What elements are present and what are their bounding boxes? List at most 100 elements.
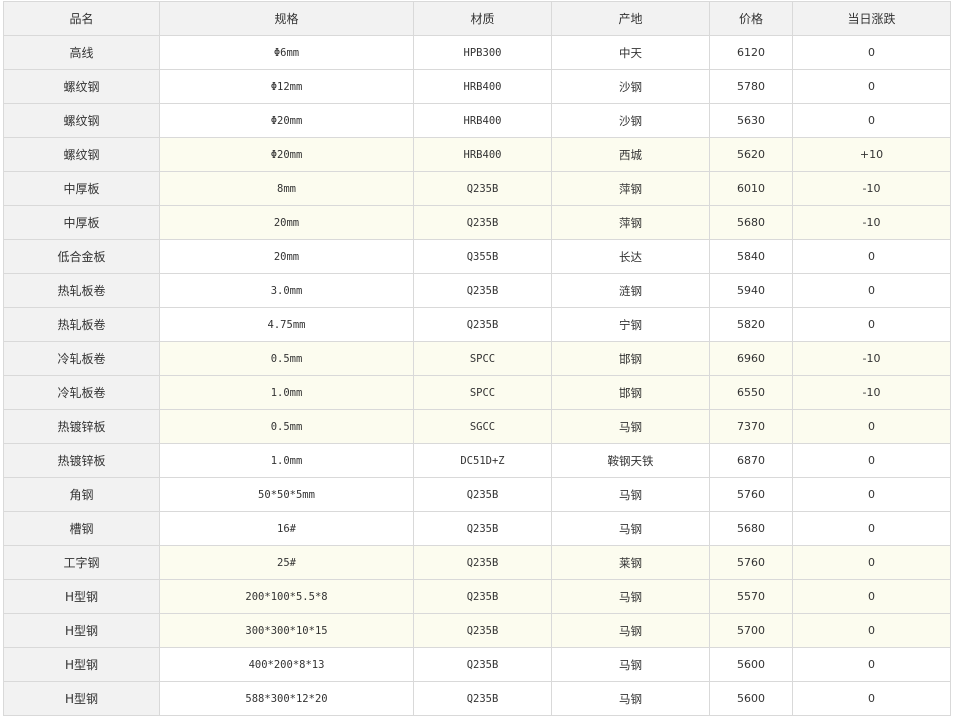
cell-name: H型钢	[3, 681, 160, 716]
cell-origin: 沙钢	[551, 69, 710, 104]
header-price: 价格	[709, 1, 793, 36]
header-name: 品名	[3, 1, 160, 36]
cell-change: 0	[792, 647, 951, 682]
cell-origin: 长达	[551, 239, 710, 274]
cell-spec: 25#	[159, 545, 414, 580]
cell-price: 5570	[709, 579, 793, 614]
cell-price: 5840	[709, 239, 793, 274]
header-spec: 规格	[159, 1, 414, 36]
cell-name: 中厚板	[3, 171, 160, 206]
cell-change: -10	[792, 375, 951, 410]
cell-price: 5630	[709, 103, 793, 138]
cell-origin: 马钢	[551, 409, 710, 444]
cell-price: 5780	[709, 69, 793, 104]
cell-price: 7370	[709, 409, 793, 444]
cell-origin: 莱钢	[551, 545, 710, 580]
cell-name: 热轧板卷	[3, 307, 160, 342]
cell-change: 0	[792, 443, 951, 478]
cell-change: 0	[792, 579, 951, 614]
cell-material: HRB400	[413, 103, 552, 138]
cell-spec: 400*200*8*13	[159, 647, 414, 682]
cell-name: H型钢	[3, 647, 160, 682]
table-row: H型钢 300*300*10*15 Q235B 马钢 5700 0	[3, 613, 951, 648]
cell-material: SPCC	[413, 375, 552, 410]
cell-origin: 萍钢	[551, 205, 710, 240]
cell-material: Q235B	[413, 579, 552, 614]
cell-name: 热轧板卷	[3, 273, 160, 308]
cell-spec: 1.0mm	[159, 443, 414, 478]
cell-origin: 宁钢	[551, 307, 710, 342]
cell-price: 5940	[709, 273, 793, 308]
cell-name: 低合金板	[3, 239, 160, 274]
cell-change: 0	[792, 681, 951, 716]
table-row: 热轧板卷 3.0mm Q235B 涟钢 5940 0	[3, 273, 951, 308]
cell-material: Q235B	[413, 613, 552, 648]
cell-change: 0	[792, 69, 951, 104]
table-row: 螺纹钢 Φ12mm HRB400 沙钢 5780 0	[3, 69, 951, 104]
table-row: 槽钢 16# Q235B 马钢 5680 0	[3, 511, 951, 546]
cell-name: 角钢	[3, 477, 160, 512]
cell-origin: 邯钢	[551, 341, 710, 376]
cell-price: 6870	[709, 443, 793, 478]
cell-change: 0	[792, 35, 951, 70]
header-material: 材质	[413, 1, 552, 36]
cell-material: Q235B	[413, 171, 552, 206]
table-row: 角钢 50*50*5mm Q235B 马钢 5760 0	[3, 477, 951, 512]
cell-material: Q235B	[413, 273, 552, 308]
table-row: H型钢 400*200*8*13 Q235B 马钢 5600 0	[3, 647, 951, 682]
cell-change: 0	[792, 477, 951, 512]
cell-price: 6010	[709, 171, 793, 206]
cell-spec: 0.5mm	[159, 341, 414, 376]
cell-price: 5760	[709, 477, 793, 512]
cell-spec: 50*50*5mm	[159, 477, 414, 512]
table-row: 中厚板 8mm Q235B 萍钢 6010 -10	[3, 171, 951, 206]
cell-name: 工字钢	[3, 545, 160, 580]
cell-price: 5820	[709, 307, 793, 342]
cell-material: Q235B	[413, 545, 552, 580]
cell-origin: 马钢	[551, 613, 710, 648]
table-row: H型钢 200*100*5.5*8 Q235B 马钢 5570 0	[3, 579, 951, 614]
cell-price: 5620	[709, 137, 793, 172]
cell-change: 0	[792, 239, 951, 274]
cell-price: 5700	[709, 613, 793, 648]
cell-change: -10	[792, 205, 951, 240]
cell-origin: 沙钢	[551, 103, 710, 138]
cell-name: 槽钢	[3, 511, 160, 546]
table-row: 螺纹钢 Φ20mm HRB400 西城 5620 +10	[3, 137, 951, 172]
cell-origin: 中天	[551, 35, 710, 70]
cell-spec: 1.0mm	[159, 375, 414, 410]
cell-spec: 4.75mm	[159, 307, 414, 342]
cell-price: 6120	[709, 35, 793, 70]
cell-change: 0	[792, 613, 951, 648]
cell-price: 5600	[709, 647, 793, 682]
table-row: 低合金板 20mm Q355B 长达 5840 0	[3, 239, 951, 274]
cell-spec: 3.0mm	[159, 273, 414, 308]
cell-origin: 西城	[551, 137, 710, 172]
cell-material: HPB300	[413, 35, 552, 70]
cell-price: 5680	[709, 511, 793, 546]
cell-material: Q235B	[413, 477, 552, 512]
cell-price: 5680	[709, 205, 793, 240]
cell-price: 6960	[709, 341, 793, 376]
cell-origin: 萍钢	[551, 171, 710, 206]
cell-spec: 20mm	[159, 205, 414, 240]
cell-price: 5760	[709, 545, 793, 580]
cell-change: 0	[792, 511, 951, 546]
table-row: 高线 Φ6mm HPB300 中天 6120 0	[3, 35, 951, 70]
table-row: 螺纹钢 Φ20mm HRB400 沙钢 5630 0	[3, 103, 951, 138]
cell-material: SPCC	[413, 341, 552, 376]
cell-origin: 涟钢	[551, 273, 710, 308]
table-body: 高线 Φ6mm HPB300 中天 6120 0 螺纹钢 Φ12mm HRB400 沙钢 5780 0…	[3, 35, 951, 716]
table-row: H型钢 588*300*12*20 Q235B 马钢 5600 0	[3, 681, 951, 716]
cell-spec: Φ20mm	[159, 103, 414, 138]
cell-name: 热镀锌板	[3, 409, 160, 444]
cell-name: H型钢	[3, 579, 160, 614]
header-origin: 产地	[551, 1, 710, 36]
cell-spec: 200*100*5.5*8	[159, 579, 414, 614]
cell-material: Q235B	[413, 307, 552, 342]
cell-spec: 300*300*10*15	[159, 613, 414, 648]
cell-origin: 马钢	[551, 579, 710, 614]
cell-origin: 鞍钢天铁	[551, 443, 710, 478]
cell-material: DC51D+Z	[413, 443, 552, 478]
cell-change: +10	[792, 137, 951, 172]
